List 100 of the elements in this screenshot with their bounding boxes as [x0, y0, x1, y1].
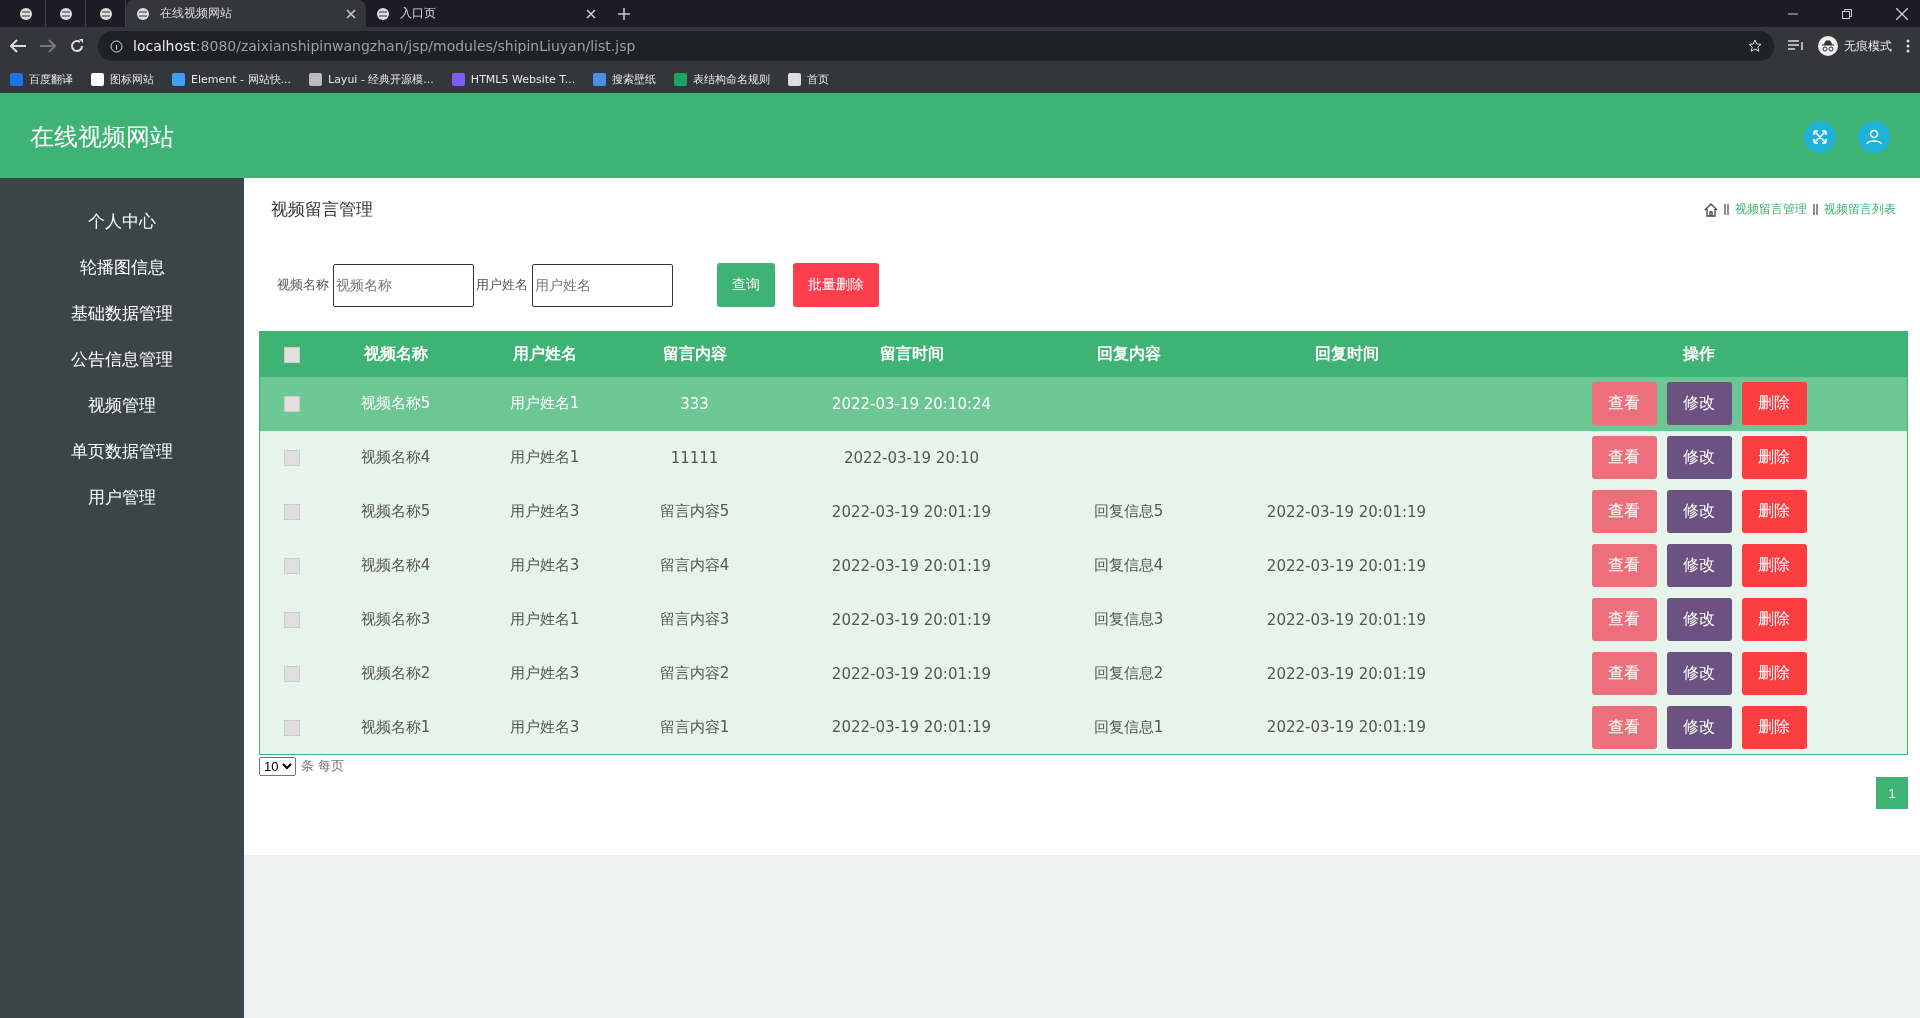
incognito-icon [1818, 36, 1838, 56]
bookmark[interactable]: 首页 [788, 71, 830, 87]
sidebar-item[interactable]: 公告信息管理 [71, 336, 173, 382]
table-cell: 回复信息3 [1093, 610, 1164, 628]
separator-icon [1813, 204, 1818, 215]
action-button[interactable]: 删除 [1741, 652, 1807, 695]
table-cell: 11111 [670, 448, 719, 467]
table-row[interactable]: 视频名称5 用户姓名3 留言内容5 2022-03-19 20:01:19 回复信息5 2022-03-19 20:01:19 查看 修改 删除 [259, 484, 1908, 539]
action-button[interactable]: 删除 [1741, 436, 1807, 479]
action-button[interactable]: 修改 [1666, 598, 1732, 641]
action-button[interactable]: 修改 [1666, 436, 1732, 479]
table-row[interactable]: 视频名称4 用户姓名3 留言内容4 2022-03-19 20:01:19 回复信息4 2022-03-19 20:01:19 查看 修改 删除 [259, 538, 1908, 593]
add-tab-icon[interactable] [618, 7, 630, 20]
table-cell: 2022-03-19 20:10 [843, 448, 980, 467]
bookmark-icon [10, 72, 23, 86]
action-button[interactable]: 修改 [1666, 382, 1732, 425]
table-cell: 视频名称5 [360, 394, 431, 412]
globe-icon [98, 6, 113, 21]
select-all-checkbox[interactable] [283, 347, 300, 364]
action-button[interactable]: 删除 [1741, 544, 1807, 587]
table-cell: 视频名称1 [360, 717, 431, 736]
table-cell: 用户姓名1 [509, 448, 580, 466]
bookmark[interactable]: Layui - 经典开源模... [309, 71, 434, 87]
table-row[interactable]: 视频名称2 用户姓名3 留言内容2 2022-03-19 20:01:19 回复信息2 2022-03-19 20:01:19 查看 修改 删除 [259, 646, 1908, 701]
table-cell: 留言内容1 [659, 717, 730, 736]
row-checkbox[interactable] [283, 558, 300, 574]
row-checkbox[interactable] [283, 666, 300, 682]
forward-icon[interactable] [40, 39, 56, 53]
action-button[interactable]: 修改 [1666, 705, 1732, 749]
column-header: 视频名称 [323, 331, 468, 377]
close-icon[interactable] [586, 8, 596, 19]
bookmark[interactable]: 搜索壁纸 [593, 71, 657, 87]
page-title: 视频留言管理 [271, 198, 374, 221]
star-icon[interactable] [1748, 39, 1762, 53]
home-icon[interactable] [1704, 202, 1718, 217]
close-icon[interactable] [1896, 7, 1908, 20]
column-header: 留言内容 [621, 331, 768, 377]
table-row[interactable]: 视频名称5 用户姓名1 333 2022-03-19 20:10:24 查看 修改 删除 [259, 376, 1908, 431]
sidebar-item[interactable]: 基础数据管理 [71, 290, 173, 336]
bookmark[interactable]: 图标网站 [91, 71, 154, 87]
table-cell: 2022-03-19 20:01:19 [831, 610, 992, 629]
action-button[interactable]: 修改 [1666, 652, 1732, 695]
row-checkbox[interactable] [283, 504, 300, 520]
table-row[interactable]: 视频名称3 用户姓名1 留言内容3 2022-03-19 20:01:19 回复信息3 2022-03-19 20:01:19 查看 修改 删除 [259, 592, 1908, 647]
table-cell: 留言内容3 [659, 610, 730, 628]
close-icon[interactable] [346, 8, 356, 19]
sidebar-item[interactable]: 轮播图信息 [79, 244, 165, 290]
column-header: 回复时间 [1201, 331, 1492, 377]
bookmark-icon [451, 72, 465, 86]
row-checkbox[interactable] [283, 719, 300, 736]
column-header: 留言时间 [767, 331, 1056, 377]
back-icon[interactable] [10, 39, 26, 53]
sidebar-item[interactable]: 单页数据管理 [71, 428, 173, 474]
fullscreen-button[interactable] [1804, 121, 1836, 153]
playlist-icon[interactable] [1788, 40, 1804, 52]
sidebar-item[interactable]: 用户管理 [88, 474, 156, 520]
table-row[interactable]: 视频名称4 用户姓名1 11111 2022-03-19 20:10 查看 修改 删除 [259, 430, 1908, 485]
bookmark[interactable]: 表结构命名规则 [674, 71, 771, 87]
action-button[interactable]: 修改 [1666, 544, 1732, 587]
table-cell: 视频名称3 [360, 610, 431, 628]
sidebar-item[interactable]: 视频管理 [88, 382, 156, 428]
restore-icon[interactable] [1842, 8, 1852, 19]
search-field[interactable]: 视频名称 [333, 263, 474, 307]
user-button[interactable] [1858, 121, 1890, 153]
table-cell: 2022-03-19 20:01:19 [831, 502, 992, 521]
address-bar[interactable]: localhost:8080/zaixianshipinwangzhan/jsp/modules/shipinLiuyan/list.jsp [98, 31, 1774, 61]
incognito-badge[interactable]: 无痕模式 [1818, 36, 1892, 56]
table-cell: 2022-03-19 20:01:19 [1266, 718, 1427, 737]
row-checkbox[interactable] [283, 450, 300, 466]
page-size-select[interactable]: 10 [259, 757, 296, 776]
table-cell: 回复信息2 [1093, 664, 1164, 682]
bookmark[interactable]: 百度翻译 [10, 71, 73, 87]
globe-icon [136, 6, 150, 21]
table-cell: 2022-03-19 20:01:19 [1266, 502, 1427, 521]
row-checkbox[interactable] [283, 396, 300, 412]
bookmark-icon [172, 72, 185, 86]
row-checkbox[interactable] [283, 612, 300, 628]
action-button[interactable]: 修改 [1666, 490, 1732, 533]
table-cell: 2022-03-19 20:01:19 [831, 664, 992, 683]
action-button[interactable]: 删除 [1741, 705, 1807, 749]
sidebar-item[interactable]: 个人中心 [88, 198, 156, 244]
browser-tab[interactable]: 在线视频网站 [126, 0, 366, 27]
bookmark-icon [788, 72, 802, 86]
action-button[interactable]: 删除 [1741, 382, 1807, 425]
table-cell: 2022-03-19 20:01:19 [831, 556, 992, 575]
column-header: 回复内容 [1055, 331, 1202, 377]
table-cell: 2022-03-19 20:01:19 [1266, 556, 1427, 575]
table-row[interactable]: 视频名称1 用户姓名3 留言内容1 2022-03-19 20:01:19 回复信息1 2022-03-19 20:01:19 查看 修改 删除 [259, 700, 1908, 755]
search-field[interactable]: 用户姓名 [532, 263, 673, 307]
more-icon[interactable] [1906, 39, 1910, 53]
bookmark-icon [593, 72, 607, 86]
action-button[interactable]: 删除 [1741, 490, 1807, 533]
action-button[interactable]: 删除 [1741, 598, 1807, 641]
browser-tab[interactable]: 入口页 [366, 0, 606, 27]
batch-delete-button[interactable]: 批量删除 [793, 263, 879, 307]
table-cell: 333 [680, 394, 709, 413]
globe-icon [376, 6, 390, 21]
reload-icon[interactable] [70, 39, 84, 53]
bookmark[interactable]: Element - 网站快... [172, 71, 291, 87]
bookmark[interactable]: HTML5 Website T... [451, 72, 576, 86]
